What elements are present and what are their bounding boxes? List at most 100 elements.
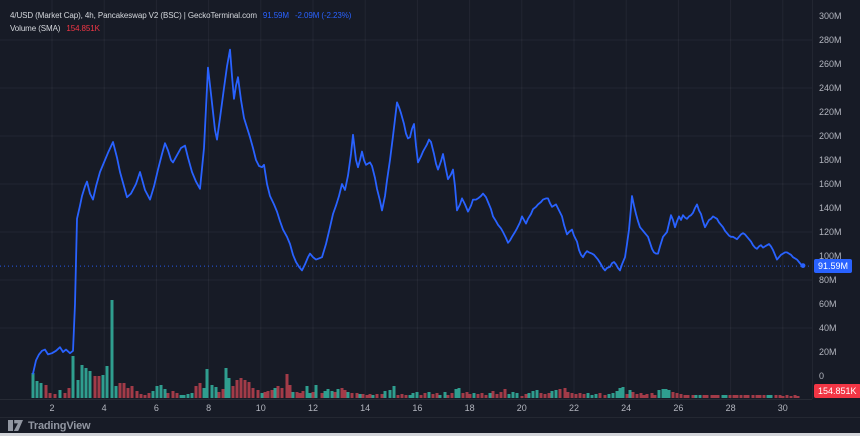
volume-bar bbox=[739, 395, 743, 398]
volume-bar bbox=[408, 395, 412, 398]
volume-bar bbox=[465, 392, 469, 398]
volume-bar bbox=[570, 393, 574, 398]
volume-bar bbox=[190, 393, 194, 398]
chart-background bbox=[0, 0, 812, 399]
volume-bar bbox=[785, 395, 789, 398]
volume-bar bbox=[435, 393, 439, 398]
volume-bar bbox=[650, 393, 654, 398]
volume-bar bbox=[227, 378, 231, 398]
volume-bar bbox=[368, 394, 372, 398]
volume-bar bbox=[603, 395, 607, 398]
volume-bar bbox=[71, 356, 75, 398]
volume-bar bbox=[383, 391, 387, 398]
volume-bar bbox=[270, 390, 274, 398]
legend-volume-row[interactable]: Volume (SMA) 154.851K bbox=[10, 22, 351, 35]
volume-bar bbox=[735, 395, 739, 398]
volume-bar bbox=[205, 369, 209, 398]
volume-bar bbox=[53, 394, 57, 398]
volume-bar bbox=[732, 395, 736, 398]
volume-bar bbox=[645, 394, 649, 398]
time-axis[interactable]: 2 4 6 8 10 12 14 16 18 20 22 24 26 28 30 bbox=[0, 399, 812, 418]
time-axis-tick: 10 bbox=[255, 403, 266, 413]
volume-bar bbox=[130, 386, 134, 398]
price-chart-canvas[interactable] bbox=[0, 0, 812, 399]
volume-bar bbox=[182, 395, 186, 398]
volume-bar bbox=[774, 395, 778, 398]
volume-bar bbox=[256, 390, 260, 398]
volume-bar bbox=[574, 394, 578, 398]
volume-bar bbox=[202, 388, 206, 398]
volume-bar bbox=[698, 395, 702, 398]
volume-bar bbox=[326, 389, 330, 398]
volume-bar bbox=[789, 396, 793, 398]
volume-bar bbox=[531, 391, 535, 398]
volume-bar bbox=[221, 389, 225, 398]
volume-bar bbox=[431, 394, 435, 398]
volume-bar bbox=[686, 395, 690, 398]
volume-bar bbox=[214, 387, 218, 398]
volume-bar bbox=[728, 395, 732, 398]
volume-bar bbox=[166, 393, 170, 398]
volume-bar bbox=[503, 389, 507, 398]
volume-bar bbox=[251, 388, 255, 398]
time-axis-tick: 6 bbox=[153, 403, 159, 413]
volume-bar bbox=[280, 388, 284, 398]
volume-bar bbox=[582, 394, 586, 398]
volume-bar bbox=[547, 393, 551, 398]
volume-bar bbox=[454, 389, 458, 398]
volume-bar bbox=[628, 390, 632, 398]
volume-indicator-value: 154.851K bbox=[66, 24, 100, 33]
volume-bar bbox=[126, 388, 130, 398]
volume-bar bbox=[171, 391, 175, 398]
volume-bar bbox=[716, 395, 720, 398]
price-axis[interactable]: 91.59M 154.851K 300M 280M 260M 240M 220M 200M… bbox=[812, 0, 860, 399]
volume-bar bbox=[343, 390, 347, 398]
volume-bar bbox=[320, 393, 324, 398]
volume-bar bbox=[135, 391, 139, 398]
volume-bar bbox=[710, 395, 714, 398]
volume-bar bbox=[419, 395, 423, 398]
volume-bar bbox=[340, 388, 344, 398]
volume-bar bbox=[288, 385, 292, 398]
tradingview-chart-widget: 4/USD (Market Cap), 4h, Pancakeswap V2 (… bbox=[0, 0, 860, 436]
volume-bar bbox=[48, 393, 52, 398]
time-axis-tick: 30 bbox=[777, 403, 788, 413]
last-point-dot bbox=[800, 263, 806, 268]
volume-bar bbox=[101, 375, 105, 398]
volume-bar bbox=[396, 395, 400, 398]
volume-bar bbox=[594, 394, 598, 398]
volume-bar bbox=[746, 395, 750, 398]
price-axis-tick: 40M bbox=[819, 323, 837, 333]
volume-bar bbox=[118, 383, 122, 398]
volume-bar bbox=[446, 395, 450, 398]
tradingview-logo-text[interactable]: TradingView bbox=[28, 420, 91, 432]
volume-bar bbox=[724, 395, 728, 398]
volume-bar bbox=[336, 389, 340, 398]
volume-bar bbox=[781, 396, 785, 398]
volume-bar bbox=[39, 383, 43, 398]
tradingview-logo-icon[interactable] bbox=[8, 420, 23, 431]
volume-bar bbox=[311, 392, 315, 398]
volume-bar bbox=[667, 390, 671, 398]
volume-bar bbox=[705, 395, 709, 398]
volume-bar bbox=[539, 393, 543, 398]
volume-bar bbox=[793, 395, 797, 398]
volume-bar bbox=[88, 371, 92, 398]
volume-bar bbox=[743, 395, 747, 398]
volume-bar bbox=[611, 393, 615, 398]
volume-bar bbox=[63, 393, 67, 398]
volume-bar bbox=[231, 386, 235, 398]
time-axis-tick: 14 bbox=[360, 403, 371, 413]
volume-bar bbox=[507, 394, 511, 398]
time-axis-tick: 4 bbox=[101, 403, 107, 413]
volume-bar bbox=[411, 393, 415, 398]
time-axis-tick: 18 bbox=[464, 403, 475, 413]
legend-symbol-row[interactable]: 4/USD (Market Cap), 4h, Pancakeswap V2 (… bbox=[10, 9, 351, 22]
symbol-title[interactable]: 4/USD (Market Cap), 4h, Pancakeswap V2 (… bbox=[10, 9, 257, 22]
volume-indicator-label[interactable]: Volume (SMA) bbox=[10, 22, 60, 35]
volume-bar bbox=[631, 392, 635, 398]
volume-bar bbox=[472, 393, 476, 398]
volume-bar bbox=[657, 390, 661, 398]
volume-bar bbox=[243, 380, 247, 398]
volume-bar bbox=[365, 395, 369, 398]
